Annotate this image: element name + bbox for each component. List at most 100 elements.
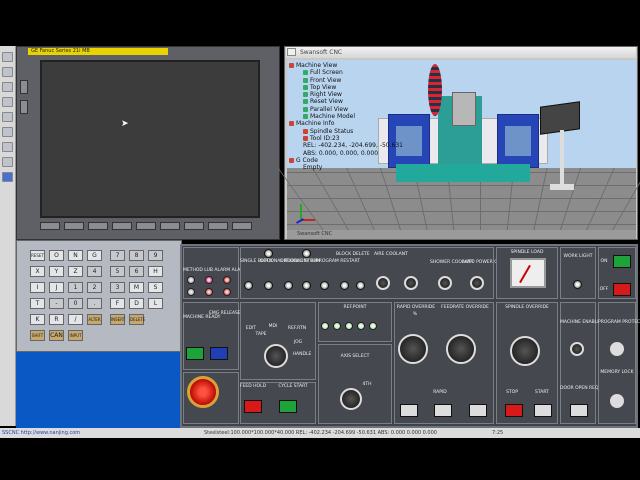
key-d[interactable]: D — [129, 298, 144, 309]
tool-icon-4[interactable] — [2, 97, 13, 107]
key-3[interactable]: 3 — [110, 282, 125, 293]
door-open-button[interactable] — [570, 404, 588, 417]
machine-enable-knob[interactable] — [570, 342, 584, 356]
key-4[interactable]: 4 — [87, 266, 102, 277]
key-f[interactable]: F — [110, 298, 125, 309]
side-button-1[interactable] — [20, 80, 28, 94]
tree-item[interactable]: ABS: 0.000, 0.000, 0.000 — [289, 150, 429, 157]
optional-stop-switch[interactable] — [284, 281, 293, 290]
key-6[interactable]: 6 — [129, 266, 144, 277]
block-delete-switch[interactable] — [340, 281, 349, 290]
tree-item[interactable]: Tool ID:23 — [289, 135, 429, 142]
tree-item[interactable]: Empty — [289, 164, 429, 171]
tree-item[interactable]: REL: -402.234, -204.699, -50.631 — [289, 142, 429, 149]
key-reset[interactable]: RESET — [30, 250, 45, 261]
work-light-switch[interactable] — [573, 280, 582, 289]
rapid-button-2[interactable] — [434, 404, 452, 417]
soft-key-5[interactable] — [136, 222, 156, 230]
cnc-screen[interactable] — [40, 60, 260, 218]
emergency-stop-button[interactable] — [187, 376, 219, 408]
program-restart-switch[interactable] — [320, 281, 329, 290]
key-y[interactable]: Y — [49, 266, 64, 277]
soft-key-9[interactable] — [232, 222, 252, 230]
key-5[interactable]: 5 — [110, 266, 125, 277]
spindle-start-button[interactable] — [534, 404, 552, 417]
tree-item[interactable]: Machine Model — [289, 113, 429, 120]
key-0[interactable]: 0 — [68, 298, 83, 309]
tree-item[interactable]: Top View — [289, 84, 429, 91]
tree-item[interactable]: Reset View — [289, 98, 429, 105]
key-t[interactable]: T — [30, 298, 45, 309]
key-[interactable]: . — [87, 298, 102, 309]
key-j[interactable]: J — [49, 282, 64, 293]
auto-power-off-knob[interactable] — [470, 276, 484, 290]
optional-block-switch[interactable] — [264, 281, 273, 290]
rapid-override-knob[interactable] — [398, 334, 428, 364]
mode-select-knob[interactable] — [264, 344, 288, 368]
tool-icon-8[interactable] — [2, 157, 13, 167]
key-insert[interactable]: INSERT — [110, 314, 125, 325]
side-button-2[interactable] — [20, 100, 28, 114]
tree-item[interactable]: Front View — [289, 77, 429, 84]
key-input[interactable]: INPUT — [68, 330, 83, 341]
tool-icon-7[interactable] — [2, 142, 13, 152]
key-8[interactable]: 8 — [129, 250, 144, 261]
key-i[interactable]: I — [30, 282, 45, 293]
key-[interactable]: / — [68, 314, 83, 325]
tree-item[interactable]: G Code — [289, 157, 429, 164]
spindle-override-knob[interactable] — [510, 336, 540, 366]
soft-key-3[interactable] — [88, 222, 108, 230]
tool-icon-6[interactable] — [2, 127, 13, 137]
tool-icon-2[interactable] — [2, 67, 13, 77]
program-protect-key[interactable] — [610, 342, 624, 356]
key-n[interactable]: N — [68, 250, 83, 261]
key-r[interactable]: R — [49, 314, 64, 325]
tree-item[interactable]: Right View — [289, 91, 429, 98]
key-shift[interactable]: SHIFT — [30, 330, 45, 341]
tree-item[interactable]: Machine Info — [289, 120, 429, 127]
single-block-switch[interactable] — [244, 281, 253, 290]
tool-icon-1[interactable] — [2, 52, 13, 62]
rapid-button-1[interactable] — [400, 404, 418, 417]
key-l[interactable]: L — [148, 298, 163, 309]
soft-key-4[interactable] — [112, 222, 132, 230]
power-on-button[interactable] — [613, 255, 631, 268]
key-delete[interactable]: DELETE — [129, 314, 145, 325]
key-alter[interactable]: ALTER — [87, 314, 102, 325]
feedrate-override-knob[interactable] — [446, 334, 476, 364]
key-s[interactable]: S — [148, 282, 163, 293]
soft-key-2[interactable] — [64, 222, 84, 230]
soft-key-6[interactable] — [160, 222, 180, 230]
tool-icon-3[interactable] — [2, 82, 13, 92]
key-x[interactable]: X — [30, 266, 45, 277]
tool-icon-9[interactable] — [2, 172, 13, 182]
key-g[interactable]: G — [87, 250, 102, 261]
key-2[interactable]: 2 — [87, 282, 102, 293]
key-can[interactable]: CAN — [49, 330, 64, 341]
key-h[interactable]: H — [148, 266, 163, 277]
key-1[interactable]: 1 — [68, 282, 83, 293]
soft-key-7[interactable] — [184, 222, 204, 230]
tree-item[interactable]: Full Screen — [289, 69, 429, 76]
shower-coolant-knob[interactable] — [438, 276, 452, 290]
coolant-knob[interactable] — [376, 276, 390, 290]
dry-run-switch[interactable] — [302, 281, 311, 290]
soft-key-8[interactable] — [208, 222, 228, 230]
tree-item[interactable]: Spindle Status — [289, 128, 429, 135]
tree-item[interactable]: Machine View — [289, 62, 429, 69]
mist-knob[interactable] — [404, 276, 418, 290]
tool-icon-5[interactable] — [2, 112, 13, 122]
alarm-reset-button[interactable] — [210, 347, 228, 360]
key-7[interactable]: 7 — [110, 250, 125, 261]
power-off-button[interactable] — [613, 283, 631, 296]
key-9[interactable]: 9 — [148, 250, 163, 261]
coolant-switch[interactable] — [356, 281, 365, 290]
tree-item[interactable]: Parallel View — [289, 106, 429, 113]
machine-ready-button[interactable] — [186, 347, 204, 360]
soft-key-1[interactable] — [40, 222, 60, 230]
memory-lock-key[interactable] — [610, 394, 624, 408]
spindle-stop-button[interactable] — [505, 404, 523, 417]
cycle-start-button[interactable] — [279, 400, 297, 413]
key-z[interactable]: Z — [68, 266, 83, 277]
key-m[interactable]: M — [129, 282, 144, 293]
